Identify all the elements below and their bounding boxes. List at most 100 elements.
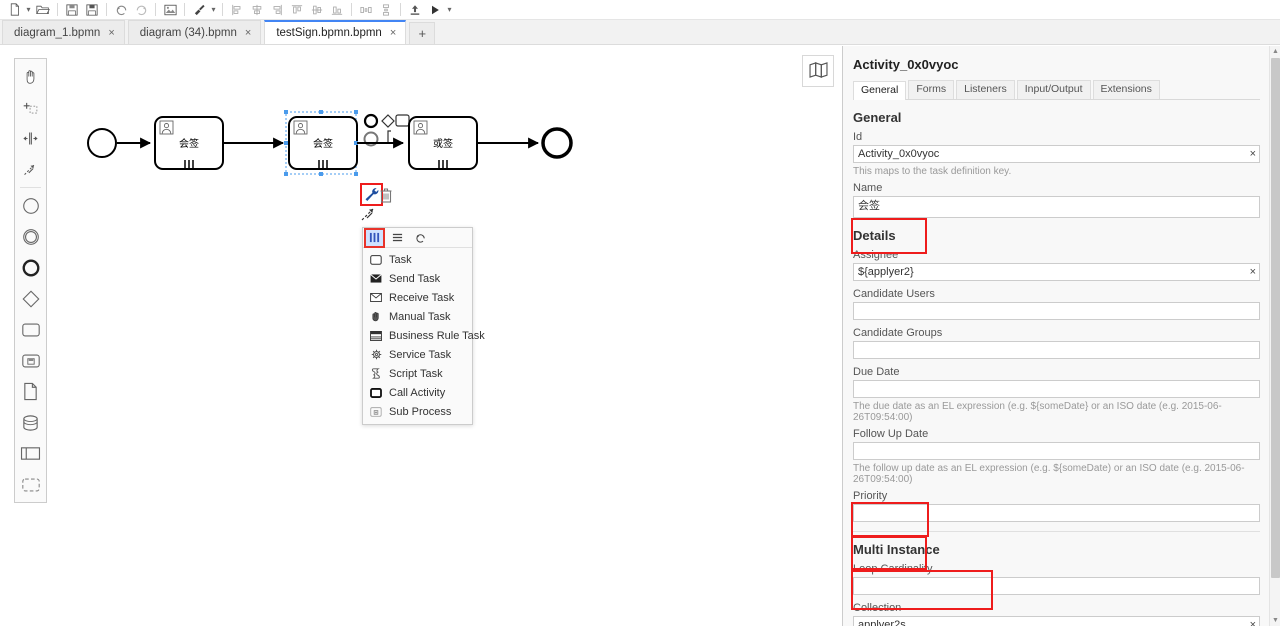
replace-option-label: Receive Task — [389, 291, 455, 304]
align-left-icon[interactable] — [227, 1, 247, 19]
scrollbar-thumb[interactable] — [1271, 58, 1280, 578]
follow-up-date-label: Follow Up Date — [853, 428, 929, 440]
user-task-shape-selected: 会签 — [284, 110, 358, 176]
replace-option-label: Script Task — [389, 367, 443, 380]
tab-general[interactable]: General — [853, 81, 907, 100]
replace-option-call-activity[interactable]: Call Activity — [363, 383, 472, 402]
minimap-toggle-button[interactable] — [802, 55, 834, 87]
close-icon[interactable]: × — [390, 27, 396, 39]
toolbar-divider — [222, 3, 223, 16]
change-type-wrench-icon — [365, 188, 379, 201]
replace-option-script-task[interactable]: Script Task — [363, 364, 472, 383]
save-as-icon[interactable] — [82, 1, 102, 19]
file-tab-bar: diagram_1.bpmn × diagram (34).bpmn × tes… — [0, 20, 1280, 45]
priority-input[interactable] — [853, 504, 1260, 522]
toolbar-divider — [351, 3, 352, 16]
close-icon[interactable]: × — [245, 27, 251, 39]
save-icon[interactable] — [62, 1, 82, 19]
list-tab-icon[interactable] — [389, 230, 406, 246]
scroll-down-arrow-icon[interactable]: ▼ — [1270, 615, 1280, 626]
multi-instance-heading: Multi Instance — [853, 542, 940, 557]
loop-tab-icon[interactable] — [412, 230, 429, 246]
scroll-up-arrow-icon[interactable]: ▲ — [1270, 46, 1280, 57]
id-label: Id — [853, 131, 863, 143]
properties-scrollbar[interactable]: ▲ ▼ — [1269, 46, 1280, 626]
open-folder-icon[interactable] — [33, 1, 53, 19]
new-file-dropdown-caret[interactable]: ▾ — [24, 1, 33, 19]
tab-listeners[interactable]: Listeners — [956, 80, 1015, 99]
clear-icon[interactable]: × — [1250, 618, 1256, 626]
toolbar-divider — [106, 3, 107, 16]
candidate-groups-input[interactable] — [853, 341, 1260, 359]
file-tab-diagram-1[interactable]: diagram_1.bpmn × — [2, 20, 125, 44]
file-tab-diagram-34[interactable]: diagram (34).bpmn × — [127, 20, 262, 44]
loop-cardinality-label: Loop Cardinality — [853, 563, 933, 575]
align-bottom-icon[interactable] — [327, 1, 347, 19]
file-tab-label: diagram (34).bpmn — [139, 26, 237, 39]
close-icon[interactable]: × — [108, 27, 114, 39]
collection-label: Collection — [853, 602, 902, 614]
section-divider — [853, 531, 1260, 532]
follow-up-date-input[interactable] — [853, 442, 1260, 460]
replace-option-business-rule-task[interactable]: Business Rule Task — [363, 326, 485, 345]
assignee-input[interactable] — [853, 263, 1260, 281]
clear-icon[interactable]: × — [1250, 147, 1256, 161]
due-date-input[interactable] — [853, 380, 1260, 398]
collection-field-wrap: × — [853, 616, 1260, 626]
align-brush-icon[interactable] — [189, 1, 209, 19]
append-end-event-icon — [363, 113, 379, 129]
tab-extensions[interactable]: Extensions — [1092, 80, 1160, 99]
clear-icon[interactable]: × — [1250, 265, 1256, 279]
id-input[interactable] — [853, 145, 1260, 163]
replace-option-label: Call Activity — [389, 386, 446, 399]
replace-menu-tabs — [363, 227, 472, 248]
new-file-icon[interactable] — [4, 1, 24, 19]
add-tab-button[interactable]: + — [409, 22, 436, 44]
replace-option-receive-task[interactable]: Receive Task — [363, 288, 472, 307]
loop-cardinality-input[interactable] — [853, 577, 1260, 595]
align-top-icon[interactable] — [287, 1, 307, 19]
redo-icon[interactable] — [131, 1, 151, 19]
append-text-annotation-icon — [387, 130, 391, 144]
align-middle-icon[interactable] — [307, 1, 327, 19]
replace-option-label: Task — [389, 253, 412, 266]
brush-dropdown-caret[interactable]: ▾ — [209, 1, 218, 19]
replace-option-manual-task[interactable]: Manual Task — [363, 307, 472, 326]
replace-type-menu[interactable]: Task Send Task Receive Task Manual Task … — [362, 227, 485, 425]
tab-input-output[interactable]: Input/Output — [1016, 80, 1091, 99]
bpmn-canvas[interactable]: 会签 会签 或签 Task Send Task Receive Task Man… — [0, 46, 842, 626]
file-tab-testsign[interactable]: testSign.bpmn.bpmn × — [264, 20, 407, 44]
collection-input[interactable] — [853, 616, 1260, 626]
properties-panel: Properties Panel Activity_0x0vyoc Genera… — [842, 46, 1280, 626]
distribute-vertical-icon[interactable] — [376, 1, 396, 19]
svg-text:会签: 会签 — [313, 137, 333, 150]
send-task-icon — [370, 273, 382, 285]
distribute-horizontal-icon[interactable] — [356, 1, 376, 19]
candidate-groups-field-wrap — [853, 341, 1260, 359]
replace-option-sub-process[interactable]: Sub Process — [363, 402, 472, 421]
candidate-users-input[interactable] — [853, 302, 1260, 320]
tab-forms[interactable]: Forms — [908, 80, 955, 99]
run-icon[interactable] — [425, 1, 445, 19]
priority-label: Priority — [853, 490, 888, 502]
toolbar-divider — [155, 3, 156, 16]
replace-tab-icon[interactable] — [364, 227, 385, 248]
receive-task-icon — [370, 292, 382, 304]
replace-option-task[interactable]: Task — [363, 250, 472, 269]
undo-icon[interactable] — [111, 1, 131, 19]
name-input[interactable] — [853, 196, 1260, 218]
align-right-icon[interactable] — [267, 1, 287, 19]
svg-text:或签: 或签 — [433, 137, 453, 150]
replace-option-service-task[interactable]: Service Task — [363, 345, 472, 364]
id-field-wrap: × — [853, 145, 1260, 163]
upload-icon[interactable] — [405, 1, 425, 19]
properties-tabs: General Forms Listeners Input/Output Ext… — [853, 80, 1260, 100]
connect-arrow-icon — [361, 208, 374, 221]
main-toolbar: ▾ ▾ ▾ — [0, 0, 1280, 20]
export-image-icon[interactable] — [160, 1, 180, 19]
align-center-horizontal-icon[interactable] — [247, 1, 267, 19]
replace-option-label: Send Task — [389, 272, 441, 285]
replace-option-send-task[interactable]: Send Task — [363, 269, 472, 288]
properties-panel-toggle[interactable]: Properties Panel — [842, 253, 843, 345]
run-dropdown-caret[interactable]: ▾ — [445, 1, 454, 19]
